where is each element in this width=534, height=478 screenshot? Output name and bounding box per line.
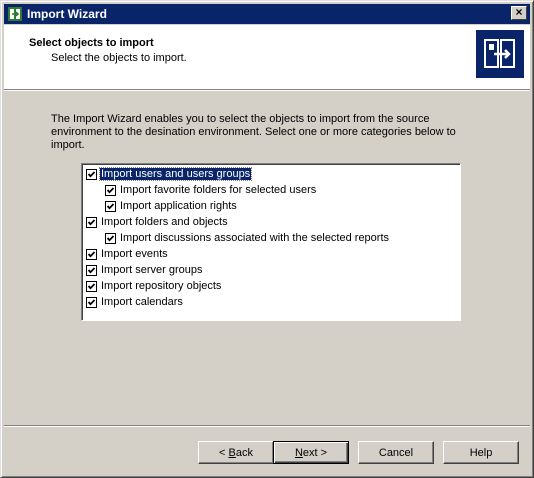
tree-item[interactable]: Import application rights: [105, 198, 238, 214]
tree-item-checkbox[interactable]: [105, 184, 116, 196]
tree-item[interactable]: Import discussions associated with the s…: [105, 230, 390, 246]
objects-tree[interactable]: Import users and users groups Import favo…: [81, 163, 461, 321]
checkmark-icon: [87, 218, 96, 226]
tree-item[interactable]: Import events: [86, 246, 169, 262]
checkmark-icon: [87, 266, 96, 274]
help-button[interactable]: Help: [443, 441, 519, 464]
checkmark-icon: [106, 234, 115, 242]
back-button[interactable]: < Back: [198, 441, 274, 464]
import-wizard-window: Import Wizard × Select objects to import…: [0, 0, 534, 478]
checkmark-icon: [106, 186, 115, 194]
checkmark-icon: [87, 170, 96, 178]
tree-item-label: Import discussions associated with the s…: [120, 232, 390, 244]
checkmark-icon: [87, 282, 96, 290]
back-label-mnemonic: B: [228, 446, 236, 459]
window-title: Import Wizard: [27, 7, 107, 21]
tree-item-checkbox[interactable]: [86, 168, 97, 180]
tree-item[interactable]: Import favorite folders for selected use…: [105, 182, 317, 198]
back-label-prefix: <: [219, 446, 229, 459]
tree-item-label: Import repository objects: [101, 280, 222, 292]
tree-item-label: Import server groups: [101, 264, 203, 276]
tree-item-label: Import application rights: [120, 200, 237, 212]
tree-item[interactable]: Import users and users groups: [86, 166, 253, 182]
tree-item-checkbox[interactable]: [105, 232, 116, 244]
tree-item-checkbox[interactable]: [105, 200, 116, 212]
title-bar[interactable]: Import Wizard ×: [4, 4, 530, 24]
tree-item-label: Import folders and objects: [101, 216, 228, 228]
tree-item-label: Import favorite folders for selected use…: [120, 184, 317, 196]
cancel-button[interactable]: Cancel: [358, 441, 434, 464]
tree-item[interactable]: Import calendars: [86, 294, 184, 310]
checkmark-icon: [106, 202, 115, 210]
back-label-rest: ack: [235, 446, 253, 459]
description-text: The Import Wizard enables you to select …: [51, 113, 456, 151]
import-objects-icon: [476, 30, 524, 78]
tree-item-label: Import events: [101, 248, 168, 260]
header-subtitle: Select the objects to import.: [51, 52, 187, 64]
wizard-app-icon: [8, 7, 22, 21]
next-label-mnemonic: N: [294, 446, 303, 459]
tree-item-label: Import users and users groups: [98, 167, 253, 181]
wizard-header: Select objects to import Select the obje…: [4, 25, 530, 89]
checkmark-icon: [87, 298, 96, 306]
checkmark-icon: [87, 250, 96, 258]
header-title: Select objects to import: [29, 37, 154, 49]
close-button[interactable]: ×: [511, 6, 527, 20]
tree-item[interactable]: Import server groups: [86, 262, 203, 278]
tree-item-checkbox[interactable]: [86, 264, 97, 276]
tree-item-checkbox[interactable]: [86, 280, 97, 292]
header-separator: [4, 89, 530, 91]
tree-item[interactable]: Import folders and objects: [86, 214, 229, 230]
tree-item-checkbox[interactable]: [86, 248, 97, 260]
tree-item-label: Import calendars: [101, 296, 183, 308]
tree-item[interactable]: Import repository objects: [86, 278, 222, 294]
next-label-rest: ext >: [302, 446, 328, 459]
tree-item-checkbox[interactable]: [86, 296, 97, 308]
tree-item-checkbox[interactable]: [86, 216, 97, 228]
next-button[interactable]: Next >: [273, 441, 349, 464]
footer-separator: [4, 425, 530, 427]
